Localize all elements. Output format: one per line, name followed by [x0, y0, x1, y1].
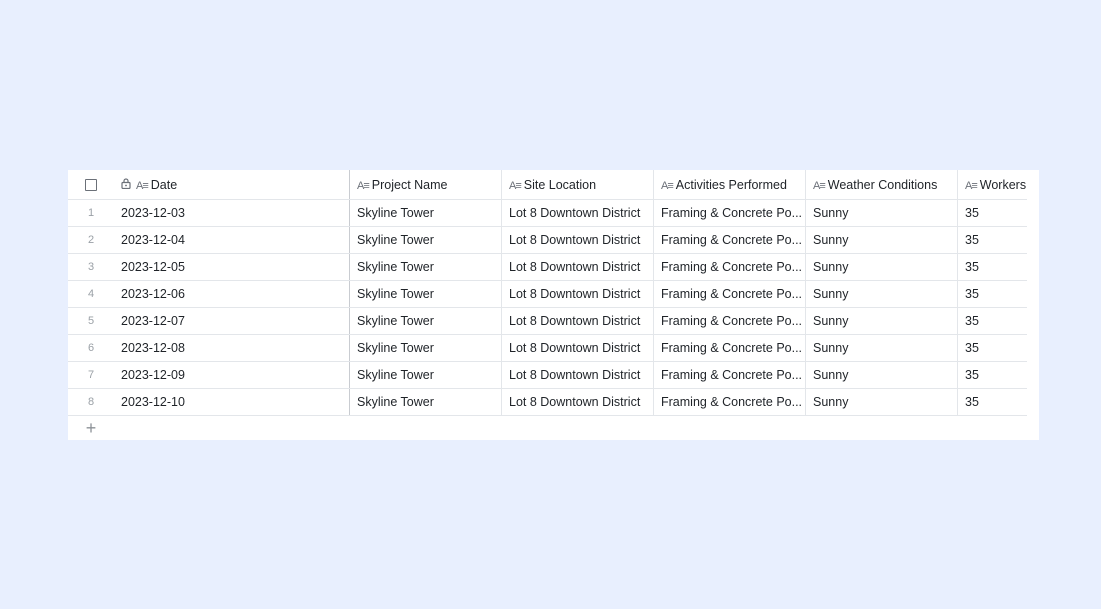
- cell-weather[interactable]: Sunny: [805, 227, 957, 253]
- cell-site[interactable]: Lot 8 Downtown District: [501, 254, 653, 280]
- cell-weather[interactable]: Sunny: [805, 389, 957, 415]
- row-number: 4: [87, 288, 95, 300]
- cell-site[interactable]: Lot 8 Downtown District: [501, 335, 653, 361]
- column-label: Weather Conditions: [827, 178, 938, 192]
- column-label: Site Location: [523, 178, 597, 192]
- cell-project[interactable]: Skyline Tower: [349, 254, 501, 280]
- column-label: Activities Performed: [675, 178, 787, 192]
- cell-project[interactable]: Skyline Tower: [349, 335, 501, 361]
- cell-project[interactable]: Skyline Tower: [349, 308, 501, 334]
- cell-weather[interactable]: Sunny: [805, 200, 957, 226]
- cell-activities[interactable]: Framing & Concrete Po...: [653, 254, 805, 280]
- table-row[interactable]: 3 2023-12-05 Skyline Tower Lot 8 Downtown D…: [68, 254, 1027, 281]
- cell-site[interactable]: Lot 8 Downtown District: [501, 362, 653, 388]
- table-row[interactable]: 2 2023-12-04 Skyline Tower Lot 8 Downtown D…: [68, 227, 1027, 254]
- cell-date[interactable]: 2023-12-05: [114, 254, 349, 280]
- cell-date[interactable]: 2023-12-03: [114, 200, 349, 226]
- select-all-checkbox[interactable]: [85, 178, 97, 191]
- cell-activities[interactable]: Framing & Concrete Po...: [653, 335, 805, 361]
- cell-site[interactable]: Lot 8 Downtown District: [501, 281, 653, 307]
- text-type-icon: A≡: [136, 180, 149, 192]
- select-all-cell[interactable]: [68, 170, 114, 199]
- column-header-activities-performed[interactable]: A≡ Activities Performed: [653, 170, 805, 199]
- row-number: 7: [87, 369, 95, 381]
- cell-site[interactable]: Lot 8 Downtown District: [501, 227, 653, 253]
- text-type-icon: A≡: [661, 180, 674, 192]
- cell-activities[interactable]: Framing & Concrete Po...: [653, 389, 805, 415]
- cell-workers[interactable]: 35: [957, 308, 1027, 334]
- row-number: 3: [87, 261, 95, 273]
- row-number: 5: [87, 315, 95, 327]
- column-header-project-name[interactable]: A≡ Project Name: [349, 170, 501, 199]
- row-number: 2: [87, 234, 95, 246]
- cell-project[interactable]: Skyline Tower: [349, 200, 501, 226]
- cell-weather[interactable]: Sunny: [805, 335, 957, 361]
- cell-site[interactable]: Lot 8 Downtown District: [501, 308, 653, 334]
- cell-site[interactable]: Lot 8 Downtown District: [501, 389, 653, 415]
- data-grid: A≡ Date A≡ Project Name A≡ Site Location A≡…: [68, 170, 1039, 440]
- cell-activities[interactable]: Framing & Concrete Po...: [653, 308, 805, 334]
- cell-date[interactable]: 2023-12-10: [114, 389, 349, 415]
- table-row[interactable]: 6 2023-12-08 Skyline Tower Lot 8 Downtown D…: [68, 335, 1027, 362]
- column-header-date[interactable]: A≡ Date: [114, 170, 349, 199]
- cell-weather[interactable]: Sunny: [805, 308, 957, 334]
- cell-project[interactable]: Skyline Tower: [349, 227, 501, 253]
- table-row[interactable]: 4 2023-12-06 Skyline Tower Lot 8 Downtown D…: [68, 281, 1027, 308]
- row-number: 1: [87, 207, 95, 219]
- header-row: A≡ Date A≡ Project Name A≡ Site Location A≡…: [68, 170, 1027, 200]
- cell-date[interactable]: 2023-12-04: [114, 227, 349, 253]
- column-header-site-location[interactable]: A≡ Site Location: [501, 170, 653, 199]
- cell-date[interactable]: 2023-12-08: [114, 335, 349, 361]
- cell-workers[interactable]: 35: [957, 200, 1027, 226]
- cell-weather[interactable]: Sunny: [805, 254, 957, 280]
- table-row[interactable]: 1 2023-12-03 Skyline Tower Lot 8 Downtown D…: [68, 200, 1027, 227]
- cell-activities[interactable]: Framing & Concrete Po...: [653, 227, 805, 253]
- cell-workers[interactable]: 35: [957, 335, 1027, 361]
- cell-project[interactable]: Skyline Tower: [349, 389, 501, 415]
- cell-activities[interactable]: Framing & Concrete Po...: [653, 200, 805, 226]
- cell-workers[interactable]: 35: [957, 362, 1027, 388]
- cell-activities[interactable]: Framing & Concrete Po...: [653, 362, 805, 388]
- cell-project[interactable]: Skyline Tower: [349, 362, 501, 388]
- cell-workers[interactable]: 35: [957, 281, 1027, 307]
- table-row[interactable]: 5 2023-12-07 Skyline Tower Lot 8 Downtown D…: [68, 308, 1027, 335]
- text-type-icon: A≡: [813, 180, 826, 192]
- add-row-button[interactable]: +: [68, 416, 114, 440]
- cell-workers[interactable]: 35: [957, 389, 1027, 415]
- text-type-icon: A≡: [965, 180, 978, 192]
- cell-workers[interactable]: 35: [957, 227, 1027, 253]
- cell-project[interactable]: Skyline Tower: [349, 281, 501, 307]
- cell-site[interactable]: Lot 8 Downtown District: [501, 200, 653, 226]
- cell-activities[interactable]: Framing & Concrete Po...: [653, 281, 805, 307]
- column-label: Project Name: [371, 178, 448, 192]
- cell-date[interactable]: 2023-12-09: [114, 362, 349, 388]
- table-row[interactable]: 8 2023-12-10 Skyline Tower Lot 8 Downtown D…: [68, 389, 1027, 416]
- table-row[interactable]: 7 2023-12-09 Skyline Tower Lot 8 Downtown D…: [68, 362, 1027, 389]
- column-header-weather-conditions[interactable]: A≡ Weather Conditions: [805, 170, 957, 199]
- row-number: 6: [87, 342, 95, 354]
- cell-weather[interactable]: Sunny: [805, 362, 957, 388]
- cell-date[interactable]: 2023-12-07: [114, 308, 349, 334]
- column-header-workers[interactable]: A≡ Workers: [957, 170, 1027, 199]
- column-label: Date: [150, 178, 178, 192]
- cell-weather[interactable]: Sunny: [805, 281, 957, 307]
- row-number: 8: [87, 396, 95, 408]
- text-type-icon: A≡: [509, 180, 522, 192]
- text-type-icon: A≡: [357, 180, 370, 192]
- lock-icon: [121, 170, 131, 199]
- column-label: Workers: [979, 178, 1027, 192]
- cell-workers[interactable]: 35: [957, 254, 1027, 280]
- cell-date[interactable]: 2023-12-06: [114, 281, 349, 307]
